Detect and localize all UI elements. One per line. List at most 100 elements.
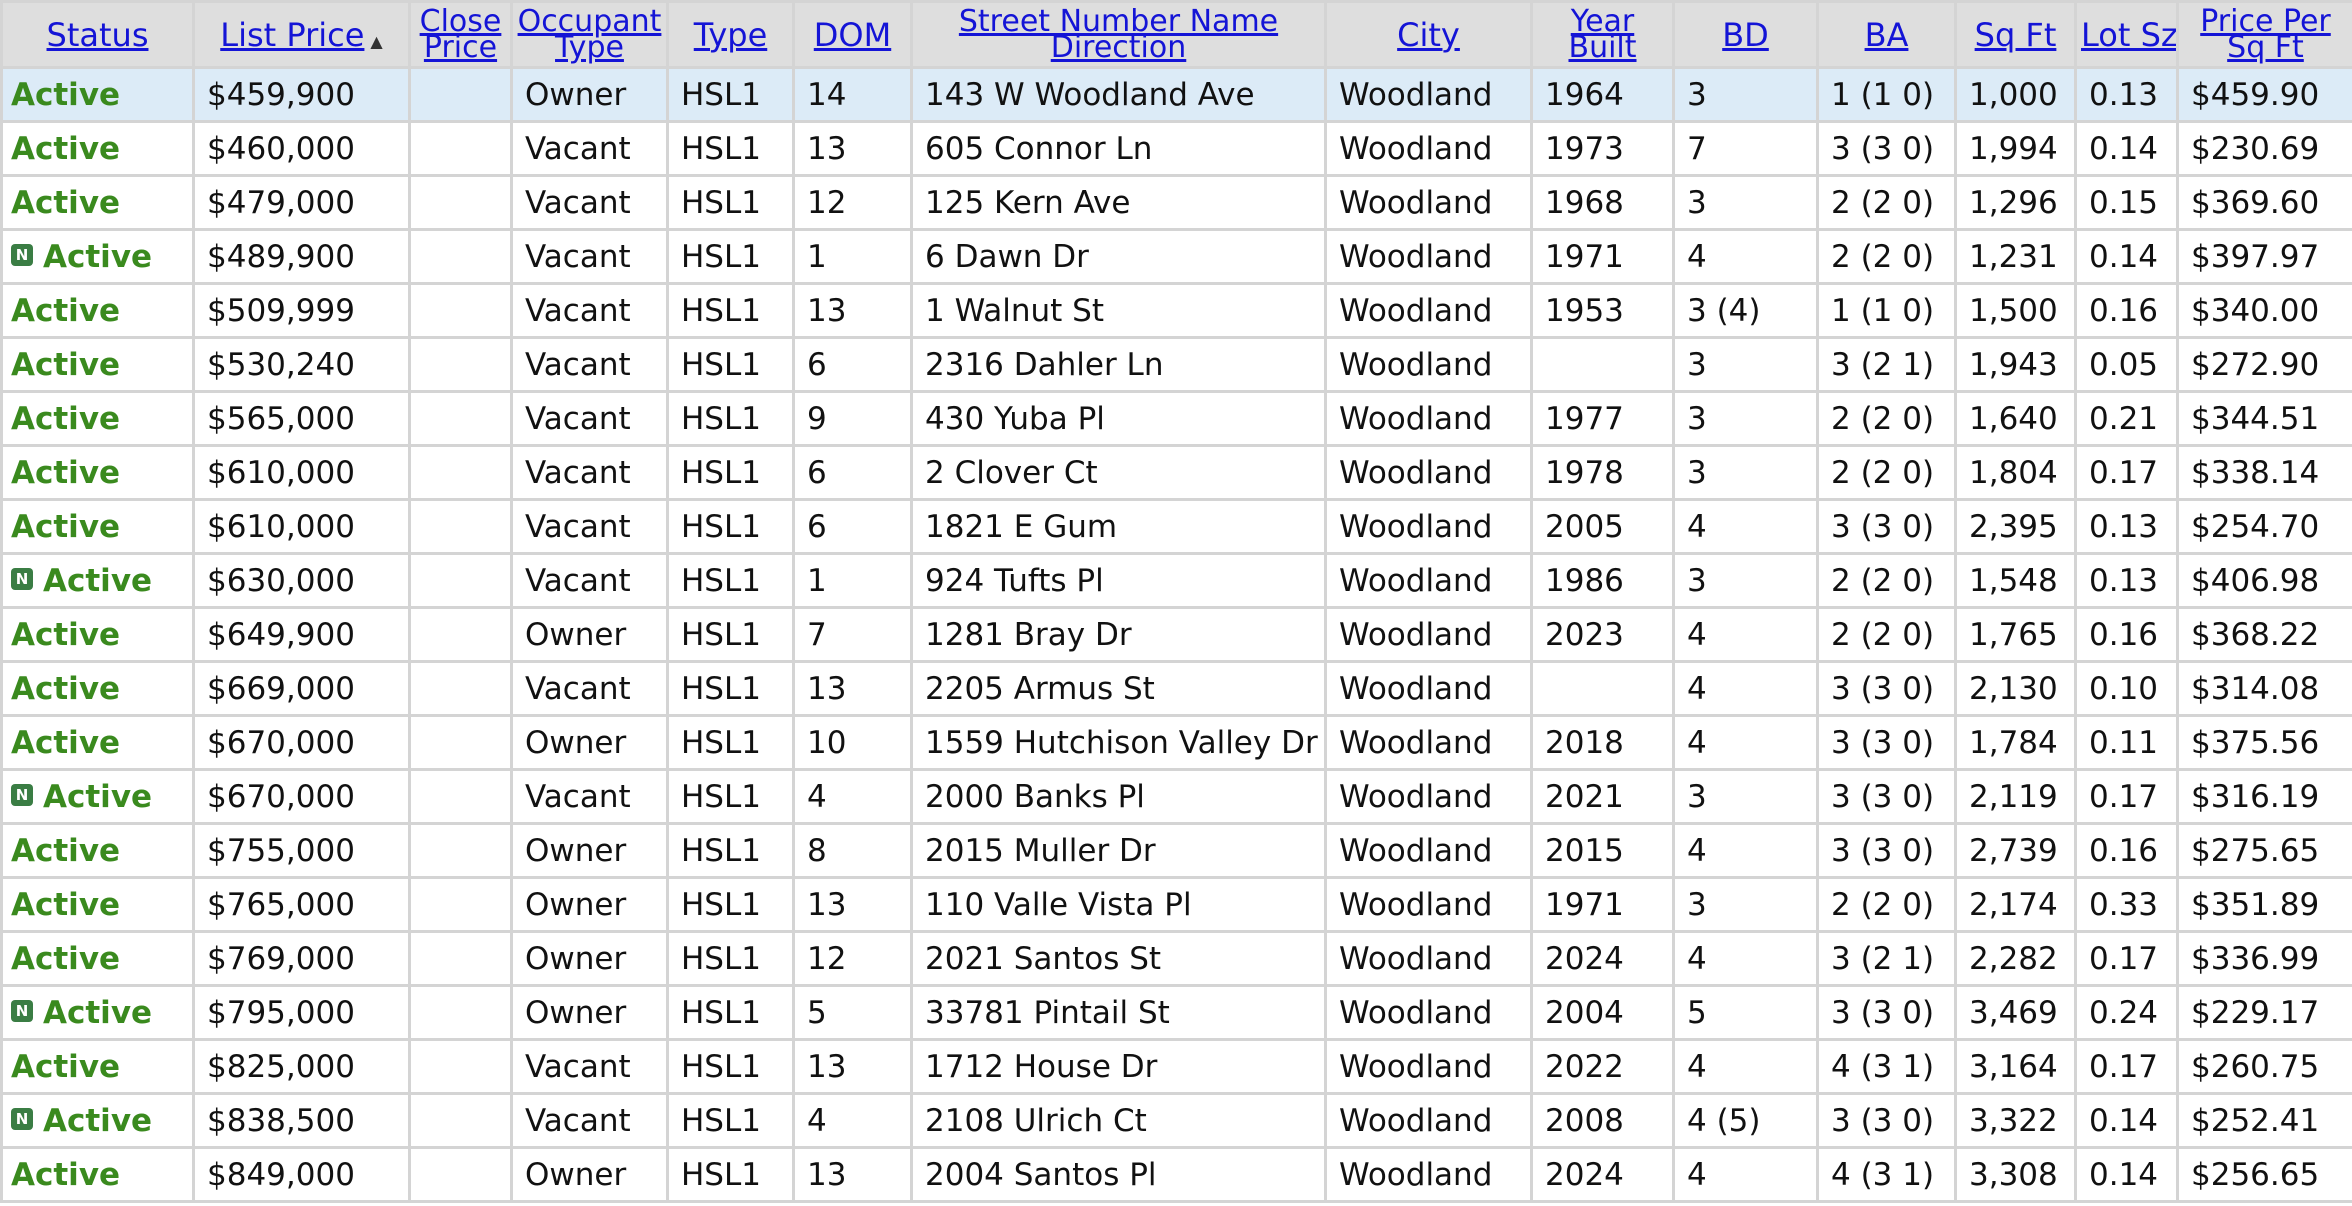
cell-status[interactable]: Active (0, 390, 195, 447)
table-row[interactable]: N Active $795,000 Owner HSL1 5 33781 Pint… (0, 984, 2352, 1041)
cell-type: HSL1 (666, 606, 795, 663)
cell-status[interactable]: Active (0, 660, 195, 717)
col-header-bd-label[interactable]: BD (1722, 16, 1769, 54)
table-row[interactable]: Active $610,000 Vacant HSL1 6 1821 E Gum… (0, 498, 2352, 555)
cell-close-price (408, 336, 513, 393)
cell-occupant-type: Vacant (510, 390, 669, 447)
cell-status[interactable]: Active (0, 930, 195, 987)
cell-list-price: $565,000 (192, 390, 411, 447)
cell-status[interactable]: Active (0, 1146, 195, 1203)
col-header-type[interactable]: Type (666, 0, 795, 69)
table-row[interactable]: Active $479,000 Vacant HSL1 12 125 Kern … (0, 174, 2352, 231)
col-header-city[interactable]: City (1324, 0, 1533, 69)
cell-status[interactable]: Active (0, 282, 195, 339)
col-header-bd[interactable]: BD (1672, 0, 1819, 69)
cell-status[interactable]: N Active (0, 984, 195, 1041)
cell-bd: 4 (1672, 1038, 1819, 1095)
cell-ba: 3 (2 1) (1816, 930, 1957, 987)
new-listing-icon: N (11, 1108, 33, 1130)
cell-status[interactable]: Active (0, 120, 195, 177)
table-row[interactable]: N Active $670,000 Vacant HSL1 4 2000 Bank… (0, 768, 2352, 825)
cell-price-per-sqft: $375.56 (2176, 714, 2352, 771)
table-row[interactable]: Active $825,000 Vacant HSL1 13 1712 Hous… (0, 1038, 2352, 1095)
cell-status[interactable]: Active (0, 336, 195, 393)
cell-status[interactable]: N Active (0, 228, 195, 285)
col-header-ba-label[interactable]: BA (1865, 16, 1909, 54)
cell-price-per-sqft: $314.08 (2176, 660, 2352, 717)
table-row[interactable]: Active $769,000 Owner HSL1 12 2021 Santo… (0, 930, 2352, 987)
table-row[interactable]: Active $459,900 Owner HSL1 14 143 W Wood… (0, 66, 2352, 123)
cell-list-price: $849,000 (192, 1146, 411, 1203)
col-header-list-price[interactable]: List Price ▲ (192, 0, 411, 69)
table-row[interactable]: N Active $489,900 Vacant HSL1 1 6 Dawn Dr… (0, 228, 2352, 285)
cell-list-price: $649,900 (192, 606, 411, 663)
cell-list-price: $610,000 (192, 444, 411, 501)
col-header-price-per-sqft[interactable]: Price Per Sq Ft (2176, 0, 2352, 69)
col-header-sqft-label[interactable]: Sq Ft (1975, 16, 2057, 54)
table-row[interactable]: Active $530,240 Vacant HSL1 6 2316 Dahle… (0, 336, 2352, 393)
table-row[interactable]: Active $765,000 Owner HSL1 13 110 Valle … (0, 876, 2352, 933)
col-header-close-price[interactable]: Close Price (408, 0, 513, 69)
cell-price-per-sqft: $254.70 (2176, 498, 2352, 555)
col-header-city-label[interactable]: City (1397, 16, 1460, 54)
cell-year-built: 1964 (1530, 66, 1675, 123)
cell-lot-size: 0.17 (2074, 1038, 2179, 1095)
cell-price-per-sqft: $260.75 (2176, 1038, 2352, 1095)
table-row[interactable]: Active $849,000 Owner HSL1 13 2004 Santo… (0, 1146, 2352, 1203)
table-row[interactable]: N Active $630,000 Vacant HSL1 1 924 Tufts… (0, 552, 2352, 609)
cell-status[interactable]: N Active (0, 768, 195, 825)
col-header-status[interactable]: Status (0, 0, 195, 69)
col-header-street-label[interactable]: Street Number Name Direction (959, 6, 1278, 62)
table-row[interactable]: N Active $838,500 Vacant HSL1 4 2108 Ulri… (0, 1092, 2352, 1149)
status-text: Active (11, 508, 121, 545)
cell-address: 430 Yuba Pl (910, 390, 1327, 447)
cell-list-price: $769,000 (192, 930, 411, 987)
cell-status[interactable]: Active (0, 606, 195, 663)
col-header-type-label[interactable]: Type (694, 16, 768, 54)
cell-occupant-type: Vacant (510, 768, 669, 825)
col-header-ba[interactable]: BA (1816, 0, 1957, 69)
cell-status[interactable]: N Active (0, 552, 195, 609)
col-header-year-built[interactable]: Year Built (1530, 0, 1675, 69)
table-row[interactable]: Active $460,000 Vacant HSL1 13 605 Conno… (0, 120, 2352, 177)
col-header-list-price-label[interactable]: List Price (220, 16, 364, 54)
cell-sqft: 3,469 (1954, 984, 2077, 1041)
cell-status[interactable]: Active (0, 444, 195, 501)
cell-close-price (408, 984, 513, 1041)
table-row[interactable]: Active $670,000 Owner HSL1 10 1559 Hutch… (0, 714, 2352, 771)
status-text: Active (11, 886, 121, 923)
cell-status[interactable]: Active (0, 714, 195, 771)
cell-type: HSL1 (666, 930, 795, 987)
col-header-occupant-type[interactable]: Occupant Type (510, 0, 669, 69)
table-row[interactable]: Active $669,000 Vacant HSL1 13 2205 Armu… (0, 660, 2352, 717)
col-header-status-label[interactable]: Status (47, 16, 149, 54)
col-header-year-built-label[interactable]: Year Built (1568, 6, 1636, 62)
cell-status[interactable]: Active (0, 876, 195, 933)
cell-status[interactable]: N Active (0, 1092, 195, 1149)
col-header-dom-label[interactable]: DOM (814, 16, 891, 54)
cell-list-price: $460,000 (192, 120, 411, 177)
table-row[interactable]: Active $610,000 Vacant HSL1 6 2 Clover C… (0, 444, 2352, 501)
table-row[interactable]: Active $565,000 Vacant HSL1 9 430 Yuba P… (0, 390, 2352, 447)
cell-close-price (408, 498, 513, 555)
col-header-occupant-type-label[interactable]: Occupant Type (518, 6, 662, 62)
cell-ba: 4 (3 1) (1816, 1146, 1957, 1203)
cell-status[interactable]: Active (0, 66, 195, 123)
col-header-price-per-sqft-label[interactable]: Price Per Sq Ft (2200, 6, 2331, 62)
cell-status[interactable]: Active (0, 498, 195, 555)
cell-status[interactable]: Active (0, 1038, 195, 1095)
sort-ascending-icon[interactable]: ▲ (370, 32, 382, 51)
col-header-close-price-label[interactable]: Close Price (420, 6, 502, 62)
cell-dom: 12 (792, 174, 913, 231)
cell-lot-size: 0.16 (2074, 822, 2179, 879)
table-row[interactable]: Active $755,000 Owner HSL1 8 2015 Muller… (0, 822, 2352, 879)
col-header-lot-size[interactable]: Lot Sz (2074, 0, 2179, 69)
cell-status[interactable]: Active (0, 822, 195, 879)
col-header-lot-size-label[interactable]: Lot Sz (2081, 16, 2175, 54)
col-header-sqft[interactable]: Sq Ft (1954, 0, 2077, 69)
table-row[interactable]: Active $509,999 Vacant HSL1 13 1 Walnut … (0, 282, 2352, 339)
col-header-dom[interactable]: DOM (792, 0, 913, 69)
col-header-street[interactable]: Street Number Name Direction (910, 0, 1327, 69)
table-row[interactable]: Active $649,900 Owner HSL1 7 1281 Bray D… (0, 606, 2352, 663)
cell-status[interactable]: Active (0, 174, 195, 231)
